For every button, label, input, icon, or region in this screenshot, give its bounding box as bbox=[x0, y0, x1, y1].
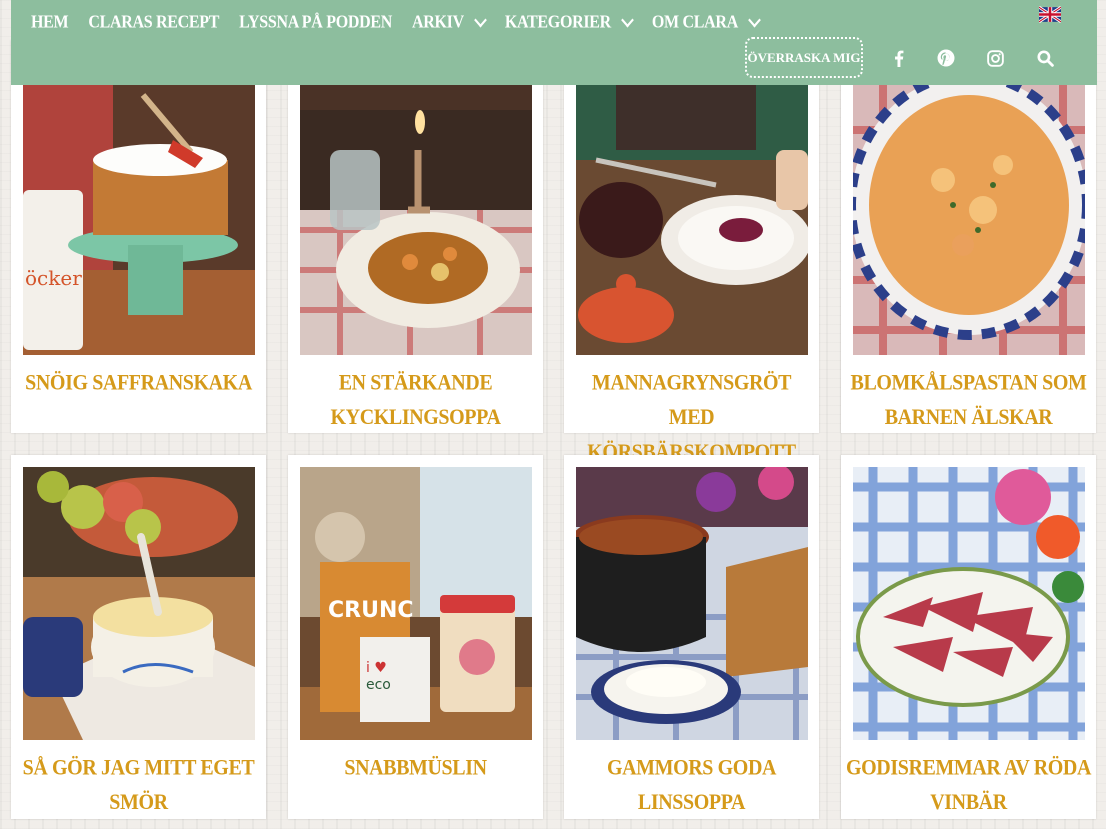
nav-label: LYSSNA PÅ PODDEN bbox=[239, 12, 392, 33]
recipe-title[interactable]: GAMMORS GODA LINSSOPPA bbox=[568, 751, 815, 820]
nav-label: OM CLARA bbox=[651, 12, 738, 33]
nav-item-lyssna-pa-podden[interactable]: LYSSNA PÅ PODDEN bbox=[239, 13, 392, 34]
nav-label: ARKIV bbox=[412, 12, 464, 33]
recipe-card[interactable]: SÅ GÖR JAG MITT EGET SMÖR bbox=[11, 455, 266, 819]
recipe-card[interactable]: EN STÄRKANDE KYCKLINGSOPPA bbox=[288, 40, 543, 433]
recipe-title[interactable]: SNABBMÜSLIN bbox=[292, 751, 539, 786]
uk-flag-icon[interactable] bbox=[1039, 6, 1061, 23]
recipe-title[interactable]: GODISREMMAR AV RÖDA VINBÄR bbox=[845, 751, 1092, 820]
recipe-title[interactable]: SÅ GÖR JAG MITT EGET SMÖR bbox=[15, 751, 262, 820]
surprise-me-button[interactable]: ÖVERRASKA MIG bbox=[745, 37, 863, 78]
svg-text:öcker: öcker bbox=[25, 266, 82, 290]
recipe-card[interactable]: öcker SNÖIG SAFFRANSKAKA bbox=[11, 40, 266, 433]
nav-item-kategorier[interactable]: KATEGORIER bbox=[504, 12, 634, 34]
nav-item-om-clara[interactable]: OM CLARA bbox=[651, 12, 761, 34]
recipe-title[interactable]: SNÖIG SAFFRANSKAKA bbox=[15, 366, 262, 401]
recipe-image-homemade-butter[interactable] bbox=[23, 467, 255, 740]
surprise-label: ÖVERRASKA MIG bbox=[747, 49, 861, 65]
site-header: HEM CLARAS RECEPT LYSSNA PÅ PODDEN ARKIV… bbox=[11, 0, 1097, 85]
instagram-icon[interactable] bbox=[984, 47, 1006, 69]
svg-text:i ♥: i ♥ bbox=[366, 660, 387, 676]
nav-label: HEM bbox=[31, 12, 69, 33]
svg-text:CRUNC: CRUNC bbox=[328, 598, 414, 623]
recipe-image-quick-muesli[interactable]: CRUNC i ♥ eco bbox=[300, 467, 532, 740]
recipe-card[interactable]: MANNAGRYNSGRÖT MED KÖRSBÄRSKOMPOTT bbox=[564, 40, 819, 465]
nav-item-claras-recept[interactable]: CLARAS RECEPT bbox=[88, 13, 219, 34]
chevron-down-icon bbox=[621, 12, 634, 28]
nav-item-hem[interactable]: HEM bbox=[31, 12, 69, 34]
recipe-image-semolina-porridge[interactable] bbox=[576, 40, 808, 355]
recipe-card[interactable]: GODISREMMAR AV RÖDA VINBÄR bbox=[841, 455, 1096, 819]
recipe-image-chicken-soup[interactable] bbox=[300, 40, 532, 355]
nav-label: CLARAS RECEPT bbox=[88, 12, 220, 33]
recipe-title[interactable]: EN STÄRKANDE KYCKLINGSOPPA bbox=[292, 366, 539, 435]
pinterest-icon[interactable] bbox=[935, 47, 957, 69]
chevron-down-icon bbox=[473, 12, 487, 28]
recipe-image-redcurrant-candy[interactable] bbox=[853, 467, 1085, 740]
chevron-down-icon bbox=[748, 12, 761, 28]
recipe-image-saffron-cake[interactable]: öcker bbox=[23, 40, 255, 355]
recipe-card[interactable]: CRUNC i ♥ eco SNABBMÜSLIN bbox=[288, 455, 543, 819]
main-nav: HEM CLARAS RECEPT LYSSNA PÅ PODDEN ARKIV… bbox=[31, 12, 779, 34]
recipe-image-lentil-soup[interactable] bbox=[576, 467, 808, 740]
svg-text:eco: eco bbox=[366, 677, 391, 693]
search-icon[interactable] bbox=[1034, 47, 1056, 69]
nav-label: KATEGORIER bbox=[504, 12, 611, 33]
recipe-card[interactable]: BLOMKÅLSPASTAN SOM BARNEN ÄLSKAR bbox=[841, 40, 1096, 433]
recipe-image-cauliflower-pasta[interactable] bbox=[853, 40, 1085, 355]
facebook-icon[interactable] bbox=[888, 47, 910, 69]
nav-item-arkiv[interactable]: ARKIV bbox=[412, 12, 487, 34]
recipe-card[interactable]: GAMMORS GODA LINSSOPPA bbox=[564, 455, 819, 819]
recipe-title[interactable]: BLOMKÅLSPASTAN SOM BARNEN ÄLSKAR bbox=[845, 366, 1092, 435]
